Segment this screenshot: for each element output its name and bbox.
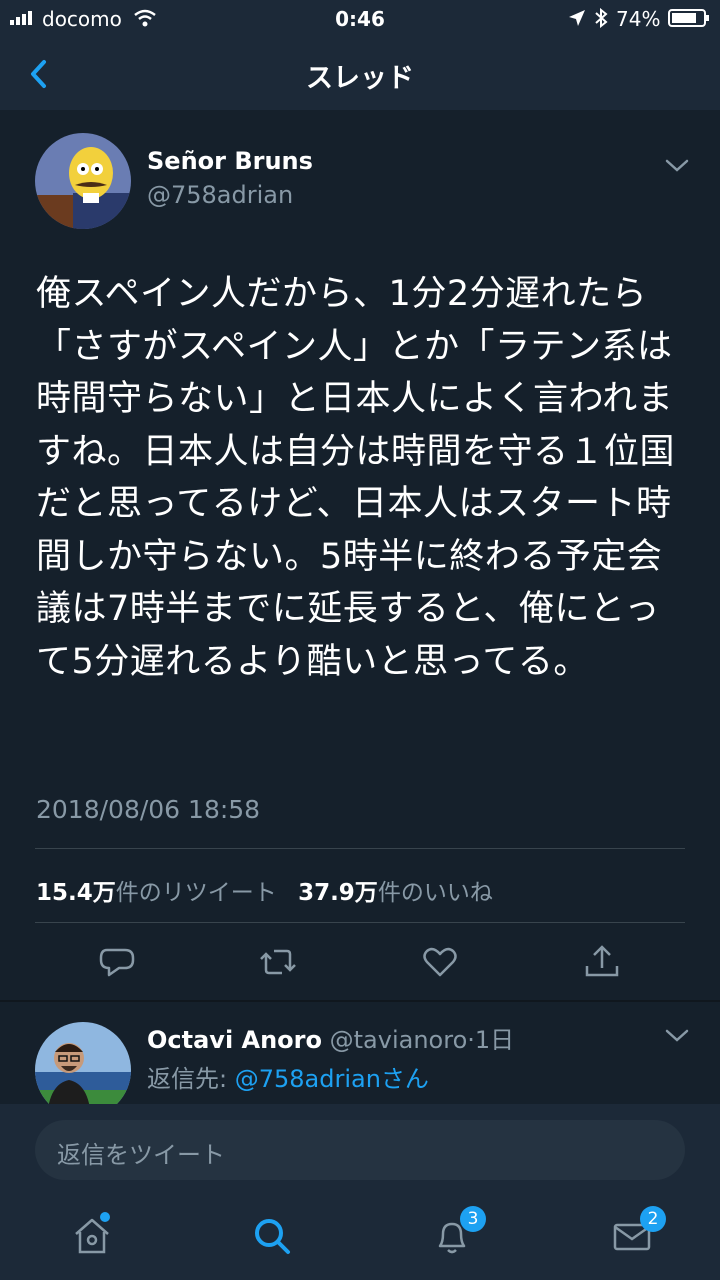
author-name[interactable]: Señor Bruns (147, 147, 313, 175)
status-bar: docomo 0:46 74% (0, 0, 720, 36)
divider (35, 848, 685, 849)
author-handle[interactable]: @758adrian (147, 181, 293, 209)
reply-button[interactable] (97, 942, 137, 982)
share-button[interactable] (582, 942, 622, 982)
reply-context: 返信先: @758adrianさん (147, 1065, 429, 1093)
page-title: スレッド (306, 63, 414, 94)
clock: 0:46 (335, 7, 385, 31)
reply-menu-chevron-icon[interactable] (663, 1025, 691, 1045)
like-button[interactable] (420, 942, 460, 982)
bluetooth-icon (594, 8, 608, 28)
tweet-menu-chevron-icon[interactable] (663, 155, 691, 175)
section-divider (0, 1000, 720, 1002)
tweet-timestamp: 2018/08/06 18:58 (36, 795, 261, 824)
home-new-dot (100, 1212, 110, 1222)
reply-time: 1日 (474, 1026, 515, 1054)
tweet-stats: 15.4万件のリツイート 37.9万件のいいね (36, 873, 493, 907)
battery-icon (668, 9, 710, 27)
reply-author-handle[interactable]: @tavianoro (330, 1026, 468, 1054)
reply-to-link[interactable]: @758adrianさん (235, 1065, 429, 1093)
notifications-badge: 3 (460, 1206, 486, 1232)
tab-search[interactable] (250, 1214, 294, 1258)
messages-badge: 2 (640, 1206, 666, 1232)
retweet-count[interactable]: 15.4万件のリツイート (36, 880, 277, 906)
retweet-button[interactable] (258, 942, 298, 982)
navigation-bar: スレッド (0, 36, 720, 110)
reply-input[interactable]: 返信をツイート (35, 1120, 685, 1180)
battery-percent: 74% (616, 7, 661, 31)
tab-bar: 3 2 (0, 1196, 720, 1280)
tweet-text: 俺スペイン人だから、1分2分遅れたら「さすがスペイン人」とか「ラテン系は時間守ら… (36, 274, 676, 682)
author-avatar[interactable] (35, 133, 131, 229)
like-count[interactable]: 37.9万件のいいね (298, 880, 493, 906)
divider (35, 922, 685, 923)
reply-header: Octavi Anoro @tavianoro·1日 (147, 1026, 515, 1054)
reply-author-name[interactable]: Octavi Anoro (147, 1026, 322, 1054)
location-arrow-icon (568, 9, 586, 27)
reply-placeholder: 返信をツイート (57, 1141, 225, 1169)
